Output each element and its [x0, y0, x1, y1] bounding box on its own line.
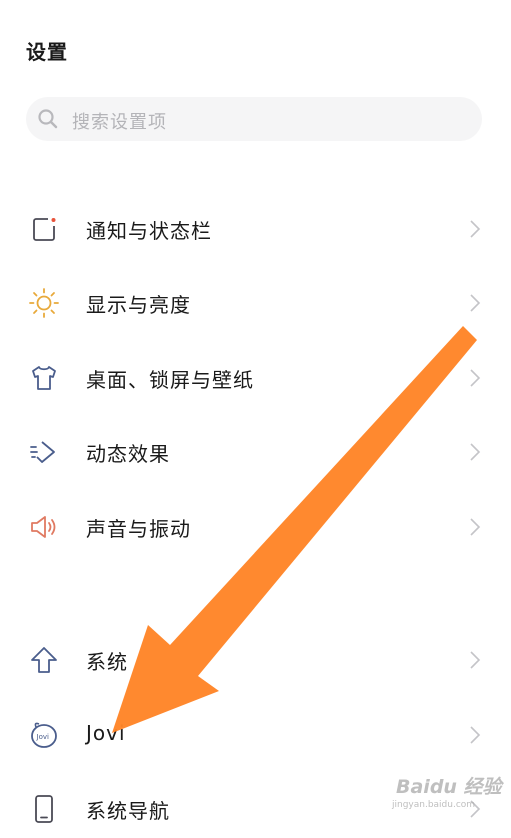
settings-item-notifications[interactable]: 通知与状态栏 — [0, 198, 511, 258]
settings-item-system-update[interactable]: 系统 — [0, 629, 511, 689]
settings-item-label: 显示与亮度 — [86, 293, 191, 317]
chevron-right-icon — [470, 726, 481, 744]
speaker-icon — [31, 516, 56, 538]
sun-icon — [29, 288, 59, 318]
search-bar[interactable]: 搜索设置项 — [26, 97, 482, 141]
settings-item-sound[interactable]: 声音与振动 — [0, 496, 511, 556]
motion-effect-icon — [30, 441, 55, 463]
settings-item-label: Jovi — [86, 721, 126, 745]
chevron-right-icon — [470, 369, 481, 387]
settings-item-label: 系统导航 — [86, 799, 170, 823]
shirt-icon — [32, 366, 56, 390]
settings-item-label: 声音与振动 — [86, 517, 191, 541]
chevron-right-icon — [470, 443, 481, 461]
settings-item-display[interactable]: 显示与亮度 — [0, 272, 511, 332]
jovi-icon: Jovi — [31, 722, 57, 748]
arrow-up-icon — [31, 647, 57, 673]
page-title: 设置 — [26, 40, 68, 64]
phone-icon — [35, 795, 53, 823]
watermark-url: jingyan.baidu.com — [392, 800, 476, 810]
chevron-right-icon — [470, 294, 481, 312]
settings-item-label: 桌面、锁屏与壁纸 — [86, 368, 254, 392]
settings-item-label: 动态效果 — [86, 442, 170, 466]
notification-icon — [33, 218, 56, 241]
watermark: Baidu 经验 jingyan.baidu.com — [388, 772, 506, 820]
settings-item-jovi[interactable]: Jovi Jovi — [0, 704, 511, 764]
settings-item-wallpaper[interactable]: 桌面、锁屏与壁纸 — [0, 347, 511, 407]
chevron-right-icon — [470, 651, 481, 669]
chevron-right-icon — [470, 518, 481, 536]
settings-item-label: 系统 — [86, 650, 128, 674]
watermark-brand: Baidu 经验 — [396, 776, 502, 798]
chevron-right-icon — [470, 220, 481, 238]
settings-item-label: 通知与状态栏 — [86, 219, 212, 243]
settings-item-motion-effects[interactable]: 动态效果 — [0, 421, 511, 481]
svg-text:Jovi: Jovi — [36, 733, 49, 741]
search-placeholder: 搜索设置项 — [72, 112, 167, 133]
search-icon — [38, 109, 58, 129]
